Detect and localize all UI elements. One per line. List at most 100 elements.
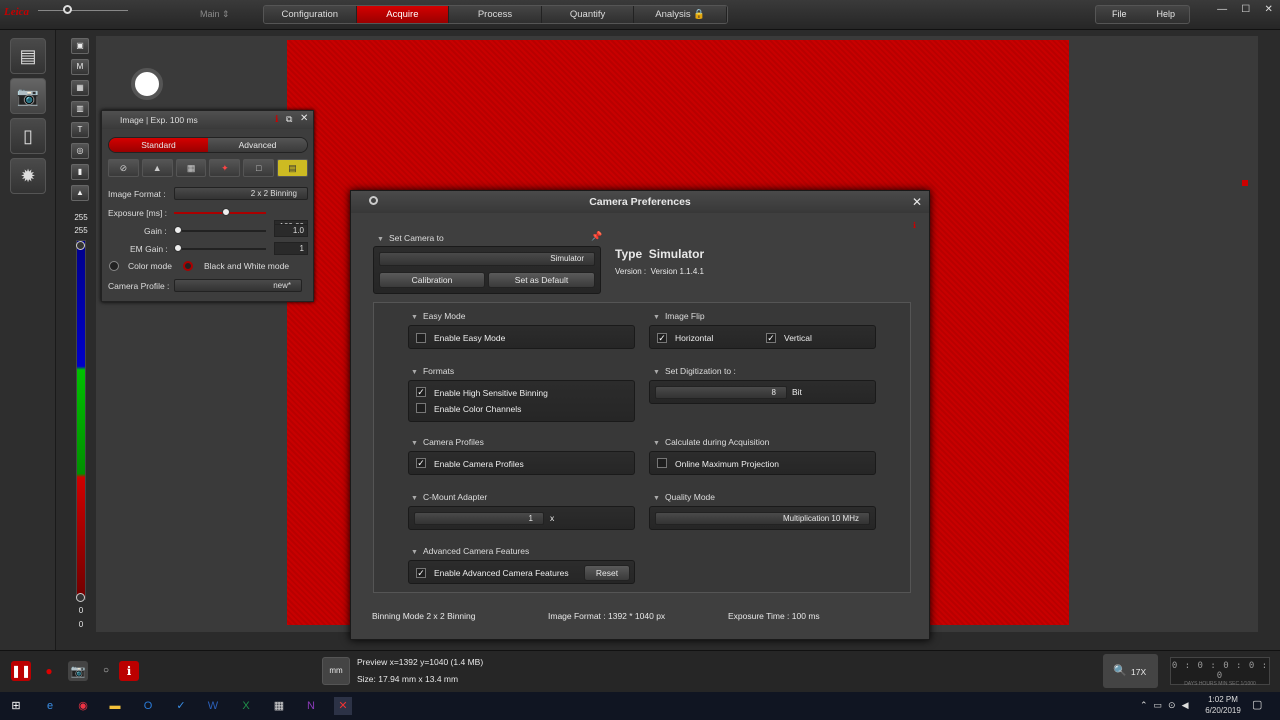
tab-analysis[interactable]: Analysis 🔒: [634, 6, 727, 23]
image-format-select[interactable]: 2 x 2 Binning: [174, 187, 308, 200]
enable-easy-mode-checkbox[interactable]: [416, 333, 426, 343]
minimize-icon[interactable]: —: [1217, 4, 1227, 20]
menu-help[interactable]: Help: [1143, 6, 1190, 23]
info-button[interactable]: ℹ: [119, 661, 139, 681]
chrome-icon[interactable]: ◉: [74, 697, 92, 715]
todo-icon[interactable]: ✓: [172, 697, 190, 715]
list-view-button[interactable]: ▤: [10, 38, 46, 74]
tool-1-button[interactable]: ▣: [71, 38, 89, 54]
histogram-button[interactable]: ▲: [71, 185, 89, 201]
stop-button[interactable]: ○: [96, 661, 116, 681]
grid-tool-icon[interactable]: ▦: [175, 159, 207, 177]
snapshot-button[interactable]: 📷: [68, 661, 88, 681]
em-gain-knob[interactable]: [174, 244, 182, 252]
notifications-icon[interactable]: ▢: [1252, 698, 1262, 711]
cmount-select[interactable]: 1: [414, 512, 544, 525]
cylinder-icon: ▯: [23, 125, 33, 146]
tab-quantify[interactable]: Quantify: [541, 6, 635, 23]
panel-close-icon[interactable]: ✕: [300, 113, 308, 124]
em-gain-value[interactable]: 1: [274, 242, 308, 255]
tab-process[interactable]: Process: [449, 6, 542, 23]
tab-acquire[interactable]: Acquire: [356, 6, 450, 23]
color-tool-icon[interactable]: ✦: [209, 159, 241, 177]
vertical-label: Vertical: [784, 333, 812, 343]
pin-icon[interactable]: 📌: [591, 231, 602, 242]
camera-select[interactable]: Simulator: [379, 252, 595, 266]
gain-knob[interactable]: [174, 226, 182, 234]
detach-icon[interactable]: ⧉: [286, 114, 292, 125]
lock-icon: 🔒: [693, 9, 706, 20]
bw-mode-radio[interactable]: [183, 261, 193, 271]
gain-value[interactable]: 1.0: [274, 224, 308, 237]
unit-button[interactable]: mm: [322, 657, 350, 685]
light-button[interactable]: ✹: [10, 158, 46, 194]
formats-heading: ▼ Formats: [411, 366, 455, 376]
tray-icons[interactable]: ⌃▭⊙◀: [1140, 700, 1195, 711]
sun-icon: ✹: [20, 165, 36, 186]
tool-4-button[interactable]: ▥: [71, 101, 89, 117]
enable-adv-checkbox[interactable]: ✓: [416, 568, 426, 578]
outlook-icon[interactable]: O: [139, 697, 157, 715]
word-icon[interactable]: W: [204, 697, 222, 715]
enable-hsb-checkbox[interactable]: ✓: [416, 387, 426, 397]
digitization-select[interactable]: 8: [655, 386, 787, 399]
tool-5-button[interactable]: T: [71, 122, 89, 138]
histogram-tool-icon[interactable]: ▲: [141, 159, 173, 177]
enable-profiles-checkbox[interactable]: ✓: [416, 458, 426, 468]
advanced-tab[interactable]: Advanced: [208, 138, 307, 152]
maximize-icon[interactable]: ☐: [1241, 4, 1250, 20]
tool-3-button[interactable]: ▦: [71, 80, 89, 96]
las-x-icon[interactable]: ✕: [334, 697, 352, 715]
windows-start-icon[interactable]: ⊞: [7, 697, 25, 715]
exposure-slider[interactable]: [174, 212, 266, 214]
enable-color-label: Enable Color Channels: [434, 404, 522, 414]
horizontal-checkbox[interactable]: ✓: [657, 333, 667, 343]
camera-button[interactable]: 📷: [10, 78, 46, 114]
record-indicator[interactable]: [131, 68, 163, 100]
calendar-icon[interactable]: ▦: [270, 697, 288, 715]
file-help-menu: File Help: [1095, 5, 1190, 24]
standard-tab[interactable]: Standard: [109, 138, 208, 152]
edge-icon[interactable]: e: [41, 697, 59, 715]
storage-button[interactable]: ▯: [10, 118, 46, 154]
zoom-box[interactable]: 🔍 17X: [1103, 654, 1158, 688]
calibration-button[interactable]: Calibration: [379, 272, 485, 288]
info-icon[interactable]: ℹ: [275, 114, 278, 125]
dialog-close-icon[interactable]: ✕: [909, 194, 925, 210]
camera-profile-select[interactable]: new*: [174, 279, 302, 292]
tab-configuration[interactable]: Configuration: [264, 6, 357, 23]
online-max-checkbox[interactable]: [657, 458, 667, 468]
onenote-icon[interactable]: N: [302, 697, 320, 715]
settings-tool-icon[interactable]: ▤: [277, 159, 308, 177]
dialog-info-icon[interactable]: ℹ: [913, 221, 916, 230]
tool-7-button[interactable]: ▮: [71, 164, 89, 180]
quality-select[interactable]: Multiplication 10 MHz: [655, 512, 870, 525]
exposure-knob[interactable]: [222, 208, 230, 216]
hist-bottom-handle[interactable]: [76, 593, 85, 602]
excel-icon[interactable]: X: [237, 697, 255, 715]
em-gain-slider[interactable]: [174, 248, 266, 250]
set-default-button[interactable]: Set as Default: [488, 272, 595, 288]
folder-icon[interactable]: ▬: [106, 697, 124, 715]
main-selector[interactable]: Main ⇕: [200, 6, 240, 22]
color-mode-radio[interactable]: [109, 261, 119, 271]
close-icon[interactable]: ✕: [1264, 4, 1272, 20]
workflow-tabs: Configuration Acquire Process Quantify A…: [263, 5, 728, 24]
tool-6-button[interactable]: ◎: [71, 143, 89, 159]
record-button[interactable]: ●: [39, 661, 59, 681]
gain-slider[interactable]: [174, 230, 266, 232]
image-tool-row: ⊘ ▲ ▦ ✦ □ ▤: [108, 159, 308, 177]
circle-tool-icon[interactable]: ⊘: [108, 159, 139, 177]
hist-top-handle[interactable]: [76, 241, 85, 250]
white-tool-icon[interactable]: □: [243, 159, 275, 177]
bottom-bar: ❚❚ ● 📷 ○ ℹ mm Preview x=1392 y=1040 (1.4…: [0, 650, 1280, 692]
enable-color-checkbox[interactable]: [416, 403, 426, 413]
reset-button[interactable]: Reset: [584, 565, 630, 581]
tool-2-button[interactable]: M: [71, 59, 89, 75]
menu-file[interactable]: File: [1096, 6, 1143, 23]
top-slider-knob[interactable]: [63, 5, 72, 14]
pause-button[interactable]: ❚❚: [11, 661, 31, 681]
dialog-slider-knob[interactable]: [369, 196, 378, 205]
hist-bottom-a: 0: [78, 606, 84, 615]
vertical-checkbox[interactable]: ✓: [766, 333, 776, 343]
